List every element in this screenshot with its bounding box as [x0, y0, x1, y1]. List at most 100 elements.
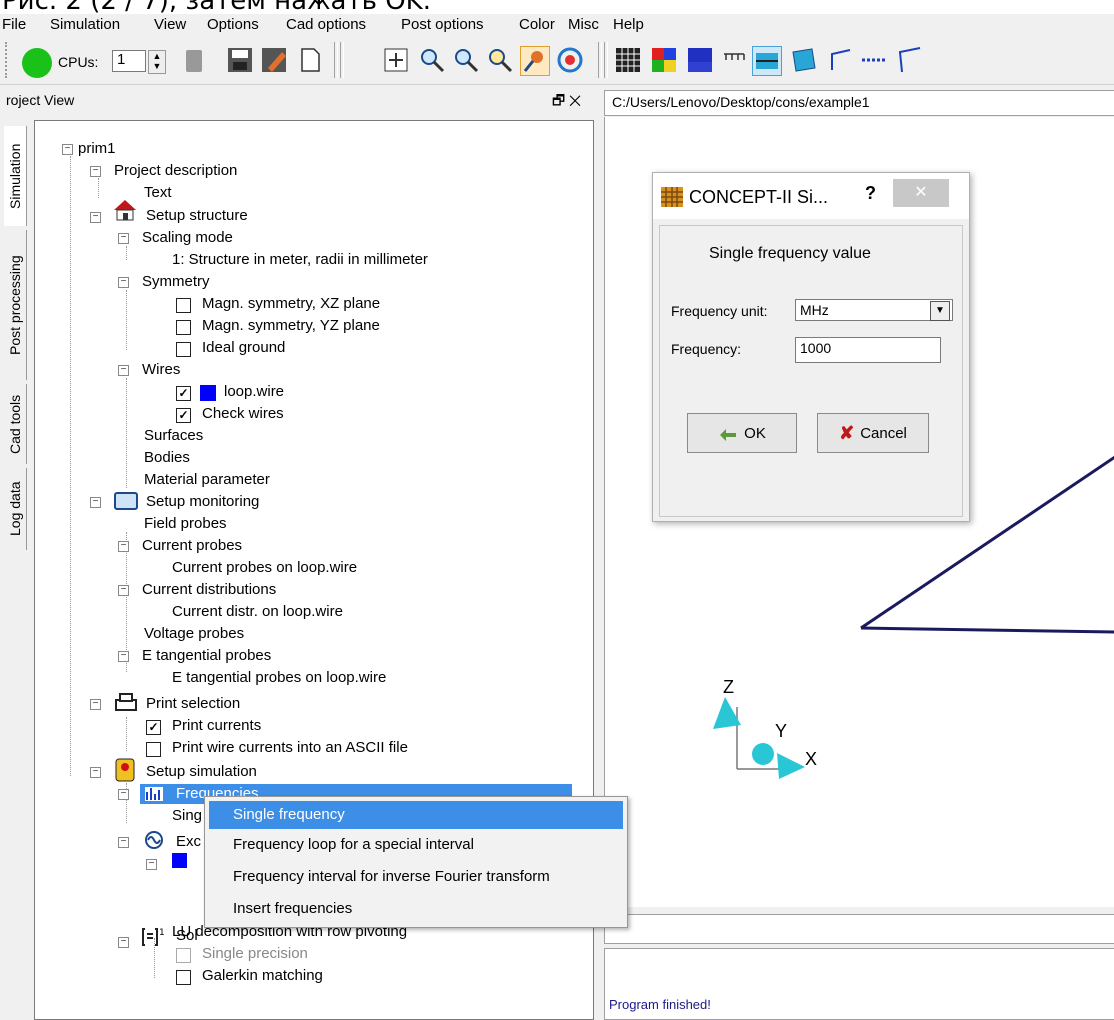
tree-single-partial[interactable]: Sing	[172, 806, 202, 826]
edit-icon[interactable]	[260, 46, 288, 74]
tree-ideal-ground[interactable]: Ideal ground	[202, 338, 285, 358]
tab-post-processing[interactable]: Post processing	[4, 230, 27, 380]
tree-single-precision[interactable]: Single precision	[202, 944, 308, 964]
sym-xz-checkbox[interactable]	[176, 298, 191, 313]
cancel-button[interactable]: ✘ Cancel	[817, 413, 929, 453]
tree-print-currents[interactable]: Print currents	[172, 716, 261, 736]
color-palette-icon[interactable]	[650, 46, 678, 74]
tree-current-probes[interactable]: Current probes	[142, 536, 242, 556]
expand-toggle[interactable]: −	[90, 497, 101, 508]
pick-icon[interactable]	[520, 46, 550, 76]
tree-setup-structure[interactable]: Setup structure	[146, 206, 248, 226]
expand-toggle[interactable]: −	[118, 277, 129, 288]
tree-loop-wire[interactable]: loop.wire	[224, 382, 284, 402]
print-currents-checkbox[interactable]: ✓	[146, 720, 161, 735]
expand-toggle[interactable]: −	[62, 144, 73, 155]
tree-setup-monitoring[interactable]: Setup monitoring	[146, 492, 259, 512]
tree-current-distr-loop[interactable]: Current distr. on loop.wire	[172, 602, 343, 622]
menu-help[interactable]: Help	[613, 16, 644, 33]
menu-file[interactable]: File	[2, 16, 26, 33]
tree-current-probes-loop[interactable]: Current probes on loop.wire	[172, 558, 357, 578]
ruler-icon[interactable]	[720, 46, 748, 74]
tree-project-description[interactable]: Project description	[114, 161, 237, 181]
tree-sym-xz[interactable]: Magn. symmetry, XZ plane	[202, 294, 380, 314]
help-button[interactable]: ?	[865, 183, 876, 204]
run-button[interactable]	[22, 48, 52, 78]
tree-wires[interactable]: Wires	[142, 360, 180, 380]
tree-e-tangential-loop[interactable]: E tangential probes on loop.wire	[172, 668, 386, 688]
loop-wire-checkbox[interactable]: ✓	[176, 386, 191, 401]
frequency-input[interactable]: 1000	[795, 337, 941, 363]
tree-galerkin[interactable]: Galerkin matching	[202, 966, 323, 986]
expand-toggle[interactable]: −	[146, 859, 157, 870]
expand-toggle[interactable]: −	[90, 767, 101, 778]
tab-simulation[interactable]: Simulation	[4, 126, 27, 226]
single-precision-checkbox[interactable]	[176, 948, 191, 963]
tree-voltage-probes[interactable]: Voltage probes	[144, 624, 244, 644]
expand-toggle[interactable]: −	[90, 166, 101, 177]
toolbar-grip[interactable]	[5, 42, 10, 78]
tab-log-data[interactable]: Log data	[4, 468, 27, 550]
menu-options[interactable]: Options	[207, 16, 259, 33]
tree-print-ascii[interactable]: Print wire currents into an ASCII file	[172, 738, 408, 758]
tree-text[interactable]: Text	[144, 183, 172, 203]
tree-e-tangential[interactable]: E tangential probes	[142, 646, 271, 666]
dashed-line-icon[interactable]	[860, 46, 888, 74]
expand-toggle[interactable]: −	[118, 837, 129, 848]
menu-item-insert-frequencies[interactable]: Insert frequencies	[209, 895, 623, 923]
rotate-icon[interactable]	[556, 46, 584, 74]
cpus-spinner[interactable]: ▲ ▼	[148, 50, 166, 74]
tree-sym-yz[interactable]: Magn. symmetry, YZ plane	[202, 316, 380, 336]
menu-cad-options[interactable]: Cad options	[286, 16, 366, 33]
grid-icon[interactable]	[614, 46, 642, 74]
tree-field-probes[interactable]: Field probes	[144, 514, 227, 534]
expand-toggle[interactable]: −	[118, 937, 129, 948]
dialog-titlebar[interactable]: CONCEPT-II Si... ? ✕	[653, 173, 969, 219]
wire-angle-icon[interactable]	[826, 46, 854, 74]
tree-scaling-value[interactable]: 1: Structure in meter, radii in millimet…	[172, 250, 428, 270]
tree-exc-partial[interactable]: Exc	[176, 832, 201, 852]
tree-symmetry[interactable]: Symmetry	[142, 272, 210, 292]
ideal-ground-checkbox[interactable]	[176, 342, 191, 357]
zoom-box-icon[interactable]	[382, 46, 410, 74]
expand-toggle[interactable]: −	[118, 585, 129, 596]
tree-scaling-mode[interactable]: Scaling mode	[142, 228, 233, 248]
ok-button[interactable]: OK	[687, 413, 797, 453]
print-ascii-checkbox[interactable]	[146, 742, 161, 757]
tree-surfaces[interactable]: Surfaces	[144, 426, 203, 446]
menu-item-single-frequency[interactable]: Single frequency	[209, 801, 623, 829]
menu-color[interactable]: Color	[519, 16, 555, 33]
tab-cad-tools[interactable]: Cad tools	[4, 384, 27, 464]
surface-icon[interactable]	[790, 46, 818, 74]
expand-toggle[interactable]: −	[118, 233, 129, 244]
wire-tool-icon[interactable]	[896, 46, 924, 74]
expand-toggle[interactable]: −	[118, 365, 129, 376]
expand-toggle[interactable]: −	[118, 541, 129, 552]
close-button[interactable]: ✕	[893, 179, 949, 207]
check-wires-checkbox[interactable]: ✓	[176, 408, 191, 423]
zoom-out-icon[interactable]	[452, 46, 480, 74]
sym-yz-checkbox[interactable]	[176, 320, 191, 335]
tree-material[interactable]: Material parameter	[144, 470, 270, 490]
tree-print-selection[interactable]: Print selection	[146, 694, 240, 714]
save-icon[interactable]	[226, 46, 254, 74]
chevron-down-icon[interactable]: ▼	[930, 301, 950, 321]
menu-view[interactable]: View	[154, 16, 186, 33]
menu-simulation[interactable]: Simulation	[50, 16, 120, 33]
tree-current-distributions[interactable]: Current distributions	[142, 580, 276, 600]
bar-color-icon[interactable]	[686, 46, 714, 74]
menu-item-frequency-interval-fourier[interactable]: Frequency interval for inverse Fourier t…	[209, 863, 623, 891]
cpus-input[interactable]: 1	[112, 50, 146, 72]
tree-root[interactable]: prim1	[78, 139, 116, 159]
menu-item-frequency-loop[interactable]: Frequency loop for a special interval	[209, 831, 623, 859]
panel-float-close-icon[interactable]: 🗗 ✕	[552, 90, 581, 114]
zoom-in-icon[interactable]	[418, 46, 446, 74]
expand-toggle[interactable]: −	[118, 789, 129, 800]
trash-icon[interactable]	[186, 50, 202, 72]
expand-toggle[interactable]: −	[118, 651, 129, 662]
plane-icon[interactable]	[752, 46, 782, 76]
expand-toggle[interactable]: −	[90, 699, 101, 710]
tree-bodies[interactable]: Bodies	[144, 448, 190, 468]
new-file-icon[interactable]	[296, 46, 324, 74]
menu-post-options[interactable]: Post options	[401, 16, 484, 33]
